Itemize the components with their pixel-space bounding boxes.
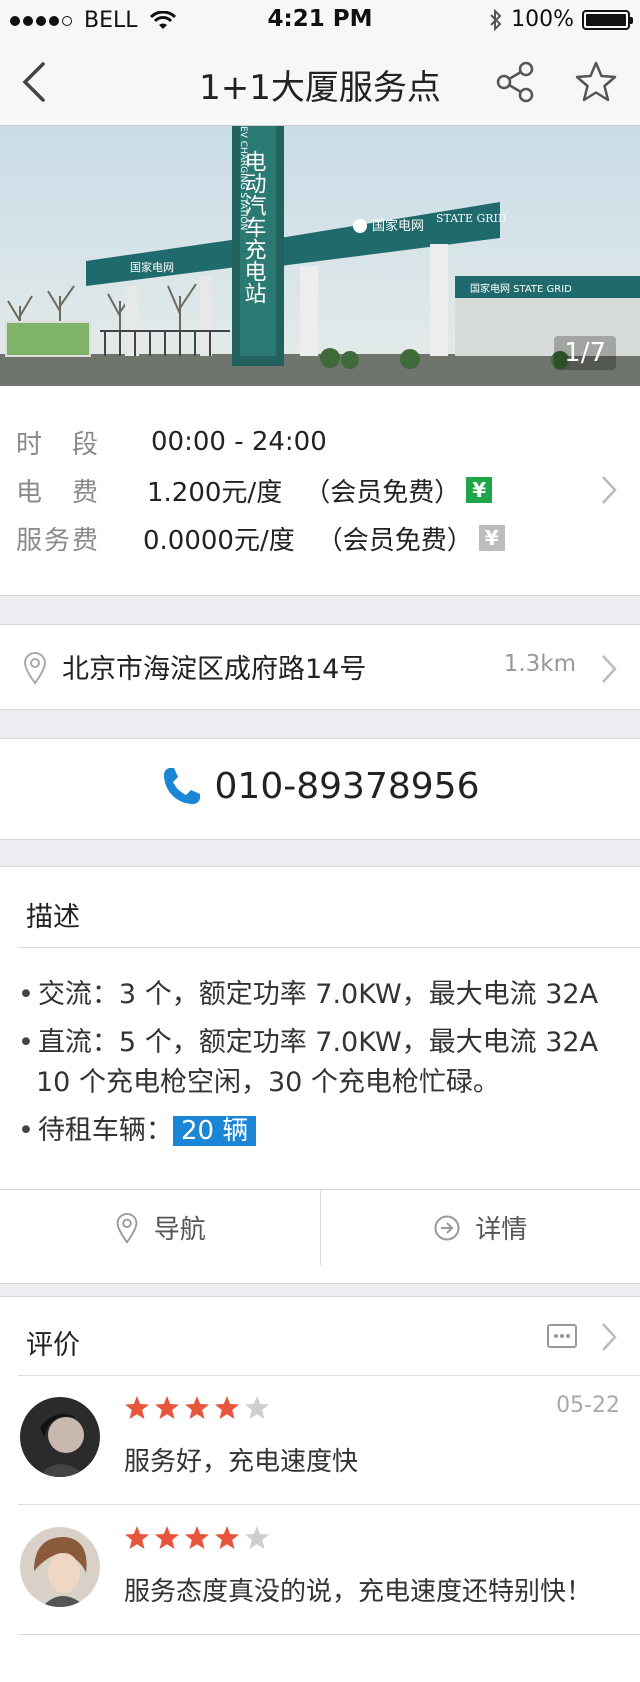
service-fee-value: 0.0000元/度 <box>143 525 295 556</box>
rental-count-badge[interactable]: 20 辆 <box>172 1116 257 1146</box>
star-rating <box>124 1395 270 1420</box>
navigate-label: 导航 <box>153 1215 206 1245</box>
service-fee-row: 服务费 0.0000元/度 （会员免费） ¥ <box>16 518 505 558</box>
image-counter: 1/7 <box>554 336 616 370</box>
yen-inactive-icon: ¥ <box>478 525 505 551</box>
distance-text: 1.3km <box>503 651 576 677</box>
review-text: 服务态度真没的说，充电速度还特别快！ <box>124 1577 593 1607</box>
status-right: 100% <box>489 7 633 32</box>
action-bar: 导航 详情 <box>0 1189 640 1265</box>
chevron-right-icon <box>602 655 617 683</box>
electricity-fee-row: 电 费 1.200元/度 （会员免费） ¥ <box>16 470 493 510</box>
service-member-note: （会员免费） <box>316 525 473 556</box>
chevron-right-icon <box>602 476 617 504</box>
reviews-card: 评价 05-22 服务好，充电速度快 服务态度真没的说，充电速度还特别快！ <box>0 1296 640 1682</box>
phone-row[interactable]: 010-89378956 <box>0 738 640 840</box>
battery-percent: 100% <box>511 7 574 32</box>
ac-charger-text: 交流：3 个，额定功率 7.0KW，最大电流 32A <box>37 979 599 1010</box>
star-rating <box>124 1525 270 1550</box>
dc-charger-text: 直流：5 个，额定功率 7.0KW，最大电流 32A <box>37 1027 599 1058</box>
chevron-right-icon[interactable] <box>600 1321 618 1353</box>
service-fee-label: 服务费 <box>16 525 101 556</box>
location-pin-icon <box>116 1212 138 1244</box>
star-filled-icon <box>125 1396 149 1419</box>
star-filled-icon <box>155 1526 179 1549</box>
reviews-title: 评价 <box>26 1330 80 1361</box>
divider <box>18 1634 640 1635</box>
star-filled-icon <box>215 1526 239 1549</box>
star-filled-icon <box>215 1396 239 1419</box>
review-date: 05-22 <box>556 1393 620 1418</box>
electricity-fee-value: 1.200元/度 <box>147 477 283 508</box>
electricity-member-note: （会员免费） <box>304 477 461 508</box>
review-text: 服务好，充电速度快 <box>124 1447 359 1477</box>
time-label: 时 段 <box>16 429 101 460</box>
page-title: 1+1大厦服务点 <box>199 68 441 108</box>
location-pin-icon <box>23 652 47 685</box>
rental-vehicles-info: • 待租车辆： 20 辆 <box>18 1111 257 1151</box>
time-row: 时 段 00:00 - 24:00 <box>16 422 327 462</box>
phone-number[interactable]: 010-89378956 <box>215 766 480 807</box>
canopy-sign-en: STATE GRID <box>436 212 507 225</box>
electricity-fee-label: 电 费 <box>16 477 101 508</box>
description-title: 描述 <box>26 902 80 933</box>
arrow-circle-right-icon <box>434 1215 460 1240</box>
bluetooth-icon <box>490 8 502 31</box>
star-filled-icon <box>185 1396 209 1419</box>
star-filled-icon <box>155 1396 179 1419</box>
review-item: 服务态度真没的说，充电速度还特别快！ <box>0 1505 640 1635</box>
details-label: 详情 <box>475 1215 528 1245</box>
description-card: 描述 • 交流：3 个，额定功率 7.0KW，最大电流 32A • 直流：5 个，额… <box>0 866 640 1284</box>
ac-charger-info: • 交流：3 个，额定功率 7.0KW，最大电流 32A <box>18 979 599 1010</box>
star-empty-icon <box>245 1396 269 1419</box>
navigate-button[interactable]: 导航 <box>0 1190 320 1265</box>
star-filled-icon <box>185 1526 209 1549</box>
review-item: 05-22 服务好，充电速度快 <box>0 1375 640 1505</box>
yen-active-icon: ¥ <box>466 477 493 503</box>
divider <box>18 947 640 948</box>
share-button[interactable] <box>488 54 544 110</box>
comment-icon[interactable] <box>546 1323 578 1349</box>
share-icon <box>496 61 534 103</box>
canopy-sign-cn: 国家电网 <box>372 218 424 234</box>
charging-station-illustration: 国家电网 国家电网 STATE GRID 国家电网 STATE GRID 电动汽… <box>0 126 640 386</box>
address-text: 北京市海淀区成府路14号 <box>62 654 367 685</box>
navigation-bar: 1+1大厦服务点 <box>0 40 640 126</box>
gun-status-text: 10 个充电枪空闲，30 个充电枪忙碌。 <box>36 1067 500 1098</box>
phone-icon <box>163 768 200 804</box>
avatar <box>20 1527 100 1607</box>
favorite-button[interactable] <box>568 54 624 110</box>
avatar <box>20 1397 100 1477</box>
pylon-sign-en: EV CHARGING STATION <box>238 126 248 230</box>
fee-info-card[interactable]: 时 段 00:00 - 24:00 电 费 1.200元/度 （会员免费） ¥ … <box>0 386 640 596</box>
dc-charger-info: • 直流：5 个，额定功率 7.0KW，最大电流 32A <box>18 1027 599 1058</box>
status-bar: BELL 4:21 PM 100% <box>0 0 640 40</box>
station-photo[interactable]: 国家电网 国家电网 STATE GRID 国家电网 STATE GRID 电动汽… <box>0 126 640 386</box>
address-row[interactable]: 北京市海淀区成府路14号 1.3km <box>0 624 640 710</box>
battery-icon <box>582 9 633 30</box>
svg-text:国家电网 STATE GRID: 国家电网 STATE GRID <box>470 282 572 295</box>
time-value: 00:00 - 24:00 <box>151 427 327 457</box>
star-empty-icon <box>245 1526 269 1549</box>
svg-text:国家电网: 国家电网 <box>130 260 174 274</box>
details-button[interactable]: 详情 <box>319 1190 640 1265</box>
star-outline-icon <box>575 61 617 102</box>
rental-label: 待租车辆： <box>37 1115 173 1146</box>
star-filled-icon <box>125 1526 149 1549</box>
